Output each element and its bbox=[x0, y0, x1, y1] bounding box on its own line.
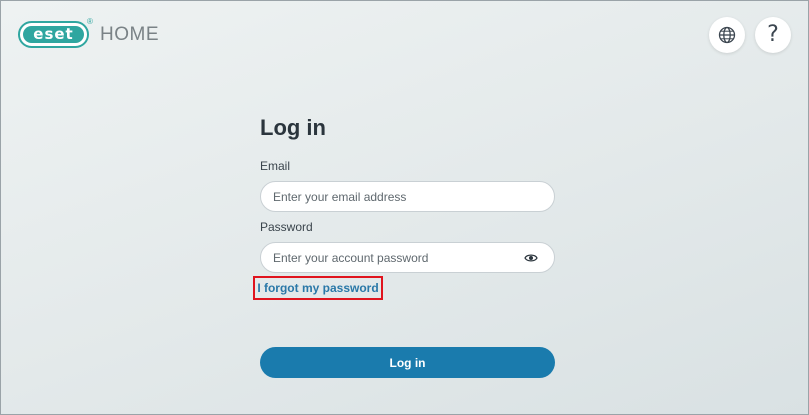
password-input[interactable] bbox=[273, 243, 523, 272]
page-title: Log in bbox=[260, 115, 326, 140]
help-button[interactable]: ? bbox=[755, 17, 791, 53]
eye-icon[interactable] bbox=[524, 252, 538, 264]
login-page: eset ® HOME ? Log in Email Password bbox=[0, 0, 809, 415]
password-label: Password bbox=[260, 220, 313, 234]
eset-home-logo: eset ® HOME bbox=[18, 17, 159, 48]
eset-logo-badge: eset ® bbox=[18, 17, 93, 48]
password-input-wrapper bbox=[260, 242, 555, 273]
language-button[interactable] bbox=[709, 17, 745, 53]
email-input-wrapper bbox=[260, 181, 555, 212]
email-label: Email bbox=[260, 159, 291, 173]
forgot-password-highlight: I forgot my password bbox=[253, 276, 383, 300]
globe-icon bbox=[718, 26, 736, 44]
login-button[interactable]: Log in bbox=[260, 347, 555, 378]
forgot-password-link[interactable]: I forgot my password bbox=[257, 281, 378, 295]
question-mark-icon: ? bbox=[767, 22, 779, 47]
registered-mark: ® bbox=[87, 17, 93, 26]
product-name: HOME bbox=[100, 23, 159, 45]
login-form: Log in Email Password I forgot my passwo… bbox=[253, 115, 555, 378]
email-input[interactable] bbox=[273, 182, 523, 211]
eset-logo-wordmark: eset bbox=[33, 25, 74, 43]
